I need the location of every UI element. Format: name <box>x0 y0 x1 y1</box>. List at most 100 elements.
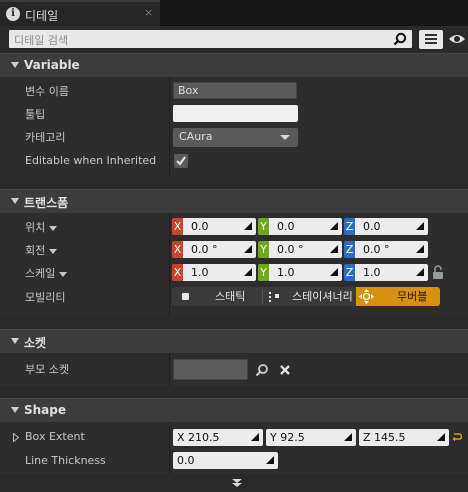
tab-details[interactable]: i 디테일 × <box>0 0 160 26</box>
box-extent-x[interactable]: X 210.5 <box>173 429 263 446</box>
category-title: 소켓 <box>24 336 47 350</box>
mobility-static-option[interactable]: 스태틱 <box>172 287 262 306</box>
scale-x[interactable]: X 1.0 <box>172 264 256 281</box>
rotation-y[interactable]: Y 0.0 ° <box>258 241 342 258</box>
value-text: 0.0 <box>177 454 195 467</box>
value-text: X 210.5 <box>177 431 220 444</box>
scale-label: 스케일 <box>25 265 68 281</box>
value-text: 0.0 <box>191 220 209 233</box>
resize-handle-icon <box>330 222 338 230</box>
stationary-icon <box>269 292 279 302</box>
rotation-x[interactable]: X 0.0 ° <box>172 241 256 258</box>
tooltip-field[interactable] <box>173 105 298 122</box>
row-line-thickness: Line Thickness 0.0 <box>0 450 468 473</box>
scale-z[interactable]: Z 1.0 <box>344 264 428 281</box>
collapse-arrow-icon <box>11 407 19 413</box>
move-arrows-icon <box>359 289 374 304</box>
scale-z-value[interactable]: 1.0 <box>355 264 428 281</box>
row-mobility: 모빌리티 스태틱 스테이셔너리 무버블 <box>0 285 468 308</box>
editable-label: Editable when Inherited <box>25 154 157 167</box>
search-icon[interactable] <box>255 363 269 377</box>
category-title: Variable <box>24 58 80 72</box>
chevron-down-icon[interactable] <box>49 225 58 231</box>
location-z-value[interactable]: 0.0 <box>355 218 428 235</box>
category-label: 카테고리 <box>25 131 66 144</box>
search-icon <box>393 32 407 46</box>
lock-icon[interactable] <box>432 265 444 279</box>
scale-label-text: 스케일 <box>25 267 56 280</box>
z-axis-tag: Z <box>344 241 355 258</box>
y-axis-tag: Y <box>258 264 269 281</box>
variable-name-field[interactable]: Box <box>173 82 297 99</box>
rotation-z[interactable]: Z 0.0 ° <box>344 241 428 258</box>
variable-rows: 변수 이름 Box 툴팁 카테고리 CAura Editable when In… <box>0 77 468 177</box>
mobility-segmented-control: 스태틱 스테이셔너리 무버블 <box>172 287 440 306</box>
editable-checkbox[interactable] <box>174 154 188 168</box>
rotation-x-value[interactable]: 0.0 ° <box>183 241 256 258</box>
row-scale: 스케일 X 1.0 Y 1.0 Z 1.0 <box>0 261 468 284</box>
chevron-down-icon <box>280 135 290 140</box>
resize-handle-icon <box>330 268 338 276</box>
collapse-arrow-icon <box>11 198 19 204</box>
collapse-arrow-icon <box>11 338 19 344</box>
x-axis-tag: X <box>172 218 183 235</box>
transform-rows: 위치 X 0.0 Y 0.0 Z 0.0 회전 X 0.0 ° Y 0.0 ° … <box>0 213 468 317</box>
category-variable[interactable]: Variable <box>0 53 468 77</box>
value-text: 0.0 ° <box>191 243 218 256</box>
category-socket[interactable]: 소켓 <box>0 329 468 353</box>
y-axis-tag: Y <box>258 241 269 258</box>
tooltip-label: 툴팁 <box>25 108 46 121</box>
details-panel: 디테일 검색 Variable 변수 이름 Box 툴팁 카테고리 CAura … <box>0 26 468 492</box>
value-text: Y 92.5 <box>270 431 305 444</box>
box-extent-y[interactable]: Y 92.5 <box>266 429 356 446</box>
box-extent-z[interactable]: Z 145.5 <box>359 429 449 446</box>
y-axis-tag: Y <box>258 218 269 235</box>
mobility-stationary-option[interactable]: 스테이셔너리 <box>263 287 355 306</box>
search-input[interactable]: 디테일 검색 <box>9 30 412 48</box>
scale-x-value[interactable]: 1.0 <box>183 264 256 281</box>
rotation-z-value[interactable]: 0.0 ° <box>355 241 428 258</box>
location-y[interactable]: Y 0.0 <box>258 218 342 235</box>
eye-icon[interactable] <box>448 32 466 46</box>
location-y-value[interactable]: 0.0 <box>269 218 342 235</box>
close-icon[interactable]: × <box>144 6 153 19</box>
resize-handle-icon <box>344 433 352 441</box>
category-title: Shape <box>24 403 67 417</box>
category-transform[interactable]: 트랜스폼 <box>0 189 468 213</box>
scale-y[interactable]: Y 1.0 <box>258 264 342 281</box>
resize-handle-icon <box>330 245 338 253</box>
location-x-value[interactable]: 0.0 <box>183 218 256 235</box>
category-shape[interactable]: Shape <box>0 398 468 422</box>
expand-arrow-icon[interactable] <box>13 433 19 442</box>
category-dropdown[interactable]: CAura <box>173 128 298 147</box>
search-row: 디테일 검색 <box>0 26 468 52</box>
value-text: 0.0 ° <box>277 243 304 256</box>
chevron-down-icon[interactable] <box>59 271 68 277</box>
value-text: 0.0 ° <box>363 243 390 256</box>
reset-to-default-icon[interactable] <box>452 432 462 442</box>
chevron-down-icon[interactable] <box>49 248 58 254</box>
variable-name-label: 변수 이름 <box>25 85 69 98</box>
view-options-button[interactable] <box>419 30 443 49</box>
row-location: 위치 X 0.0 Y 0.0 Z 0.0 <box>0 215 468 238</box>
search-placeholder: 디테일 검색 <box>14 34 69 47</box>
mobility-movable-option[interactable]: 무버블 <box>356 287 440 306</box>
rotation-y-value[interactable]: 0.0 ° <box>269 241 342 258</box>
box-extent-label: Box Extent <box>25 430 85 443</box>
rotation-label: 회전 <box>25 242 58 258</box>
parent-socket-field[interactable] <box>173 359 248 380</box>
value-text: 0.0 <box>277 220 295 233</box>
line-thickness-field[interactable]: 0.0 <box>173 452 278 469</box>
clear-icon[interactable] <box>279 364 291 376</box>
advanced-expand-bar[interactable] <box>0 474 468 492</box>
parent-socket-label: 부모 소켓 <box>25 363 69 376</box>
rotation-label-text: 회전 <box>25 244 46 257</box>
resize-handle-icon <box>244 222 252 230</box>
scale-y-value[interactable]: 1.0 <box>269 264 342 281</box>
location-x[interactable]: X 0.0 <box>172 218 256 235</box>
row-category: 카테고리 CAura <box>0 125 468 148</box>
collapse-arrow-icon <box>11 62 19 68</box>
row-variable-name: 변수 이름 Box <box>0 79 468 102</box>
location-z[interactable]: Z 0.0 <box>344 218 428 235</box>
shape-rows: Box Extent X 210.5 Y 92.5 Z 145.5 Line T… <box>0 422 468 474</box>
